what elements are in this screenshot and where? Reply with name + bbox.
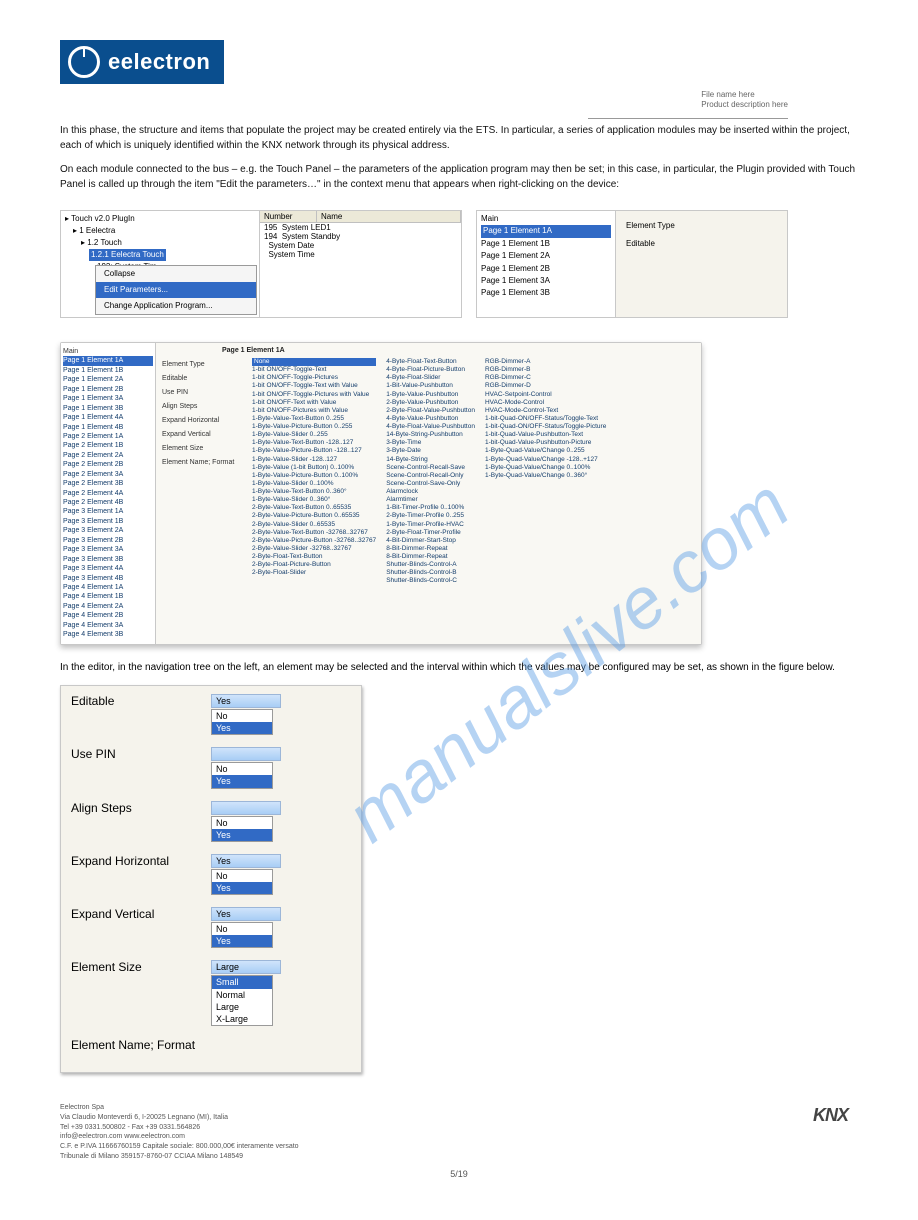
option-listbox[interactable]: NoYes (211, 762, 273, 788)
option-combo[interactable] (211, 801, 281, 815)
power-icon (68, 46, 100, 78)
list-item[interactable]: Page 1 Element 3A (481, 275, 611, 287)
context-menu[interactable]: Collapse Edit Parameters... Change Appli… (95, 265, 257, 315)
table-row: 195 System LED1 (260, 223, 461, 232)
table-row: 194 System Standby (260, 232, 461, 241)
screenshot-ets-context: ▸ Touch v2.0 PlugIn ▸ 1 Eelectra ▸ 1.2 T… (60, 210, 462, 318)
header-divider (588, 118, 788, 119)
list-item[interactable]: Page 1 Element 2A (481, 250, 611, 262)
knx-logo: KNX (813, 1103, 848, 1128)
element-type-column-3: RGB-Dimmer-ARGB-Dimmer-BRGB-Dimmer-CRGB-… (485, 358, 606, 586)
screenshot-element-options: EditableYesNoYesUse PIN NoYesAlign Steps… (60, 685, 362, 1073)
table-row: System Date (260, 241, 461, 250)
element-type-column-2: 4-Byte-Float-Text-Button4-Byte-Float-Pic… (386, 358, 475, 586)
option-listbox[interactable]: NoYes (211, 816, 273, 842)
col-name: Name (317, 211, 461, 222)
option-label: Expand Vertical (71, 907, 211, 921)
list-item[interactable]: Page 1 Element 3B (481, 287, 611, 299)
body-text: In this phase, the structure and items t… (60, 124, 858, 192)
option-label: Align Steps (71, 801, 211, 815)
option-listbox[interactable]: SmallNormalLargeX-Large (211, 975, 273, 1026)
footer-address: Eelectron SpaVia Claudio Monteverdi 6, I… (60, 1103, 440, 1162)
option-listbox[interactable]: NoYes (211, 922, 273, 948)
option-listbox[interactable]: NoYes (211, 709, 273, 735)
device-tree[interactable]: ▸ Touch v2.0 PlugIn ▸ 1 Eelectra ▸ 1.2 T… (61, 211, 260, 317)
nav-tree[interactable]: MainPage 1 Element 1APage 1 Element 1BPa… (61, 343, 156, 644)
properties-panel: Element Type Editable (616, 211, 787, 317)
page-number: 5/19 (60, 1168, 858, 1181)
option-combo[interactable]: Large (211, 960, 281, 974)
option-combo[interactable]: Yes (211, 854, 281, 868)
param-labels: Element TypeEditableUse PINAlign StepsEx… (162, 358, 242, 586)
paragraph-2: On each module connected to the bus – e.… (60, 163, 858, 192)
prop-label: Editable (626, 235, 777, 253)
ctx-menu-item[interactable]: Change Application Program... (96, 298, 256, 314)
brand-logo: eelectron (60, 40, 224, 84)
option-label: Element Name; Format (71, 1038, 211, 1052)
list-item[interactable]: Page 1 Element 1B (481, 238, 611, 250)
col-number: Number (260, 211, 317, 222)
list-item-selected[interactable]: Page 1 Element 1A (481, 225, 611, 237)
brand-text: eelectron (108, 49, 210, 75)
option-combo[interactable]: Yes (211, 694, 281, 708)
object-table: Number Name 195 System LED1 194 System S… (260, 211, 461, 317)
list-item[interactable]: Page 1 Element 2B (481, 263, 611, 275)
option-label: Expand Horizontal (71, 854, 211, 868)
page-element-list[interactable]: Main Page 1 Element 1A Page 1 Element 1B… (477, 211, 616, 317)
element-type-dropdown[interactable]: None1-bit ON/OFF-Toggle-Text1-bit ON/OFF… (252, 358, 376, 586)
screenshot-element-types: MainPage 1 Element 1APage 1 Element 1BPa… (60, 342, 702, 645)
ctx-menu-item[interactable]: Collapse (96, 266, 256, 282)
option-listbox[interactable]: NoYes (211, 869, 273, 895)
paragraph-1: In this phase, the structure and items t… (60, 124, 858, 153)
tree-node-selected[interactable]: 1.2.1 Eelectra Touch (89, 249, 166, 261)
option-combo[interactable] (211, 747, 281, 761)
option-combo[interactable]: Yes (211, 907, 281, 921)
option-label: Use PIN (71, 747, 211, 761)
option-label: Editable (71, 694, 211, 708)
prop-label: Element Type (626, 217, 777, 235)
option-label: Element Size (71, 960, 211, 974)
header-meta: File name here Product description here (701, 90, 788, 111)
panel-title: Page 1 Element 1A (222, 347, 695, 354)
caption-text: In the editor, in the navigation tree on… (60, 661, 858, 676)
ctx-menu-item-selected[interactable]: Edit Parameters... (96, 282, 256, 298)
screenshot-plugin-nav: Main Page 1 Element 1A Page 1 Element 1B… (476, 210, 788, 318)
table-row: System Time (260, 250, 461, 259)
